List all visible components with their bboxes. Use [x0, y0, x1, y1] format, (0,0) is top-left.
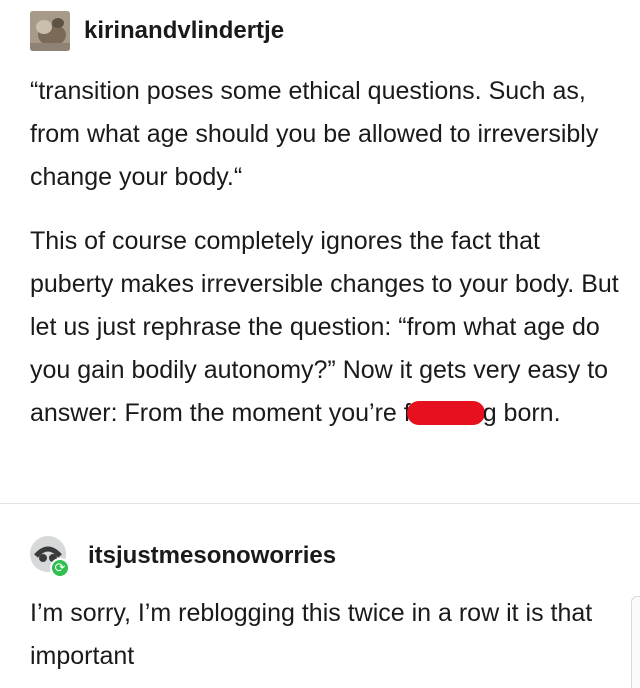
- reblog-icon: ⟳: [50, 558, 70, 578]
- post-paragraph: This of course completely ignores the fa…: [30, 220, 620, 435]
- post-header: kirinandvlindertje: [30, 11, 284, 51]
- username[interactable]: kirinandvlindertje: [84, 17, 284, 45]
- censor-mark: [406, 401, 485, 425]
- post-header: ⟳ itsjustmesonoworries: [30, 536, 336, 578]
- avatar-wrapper: ⟳: [30, 536, 70, 578]
- quoted-text: “transition poses some ethical questions…: [30, 70, 620, 199]
- edge-fragment: [631, 596, 640, 688]
- post-reblog: ⟳ itsjustmesonoworries I’m sorry, I’m re…: [0, 504, 640, 687]
- reblog-text: I’m sorry, I’m reblogging this twice in …: [30, 592, 620, 678]
- user-avatar-icon[interactable]: [30, 11, 70, 51]
- text-before-censor: This of course completely ignores the fa…: [30, 227, 619, 427]
- quote-paragraph: “transition poses some ethical questions…: [30, 77, 599, 191]
- post-original: kirinandvlindertje “transition poses som…: [0, 0, 640, 503]
- username[interactable]: itsjustmesonoworries: [88, 542, 336, 570]
- reblog-paragraph: I’m sorry, I’m reblogging this twice in …: [30, 599, 593, 670]
- body-paragraph: This of course completely ignores the fa…: [30, 220, 620, 435]
- text-after-censor: g born.: [482, 399, 561, 427]
